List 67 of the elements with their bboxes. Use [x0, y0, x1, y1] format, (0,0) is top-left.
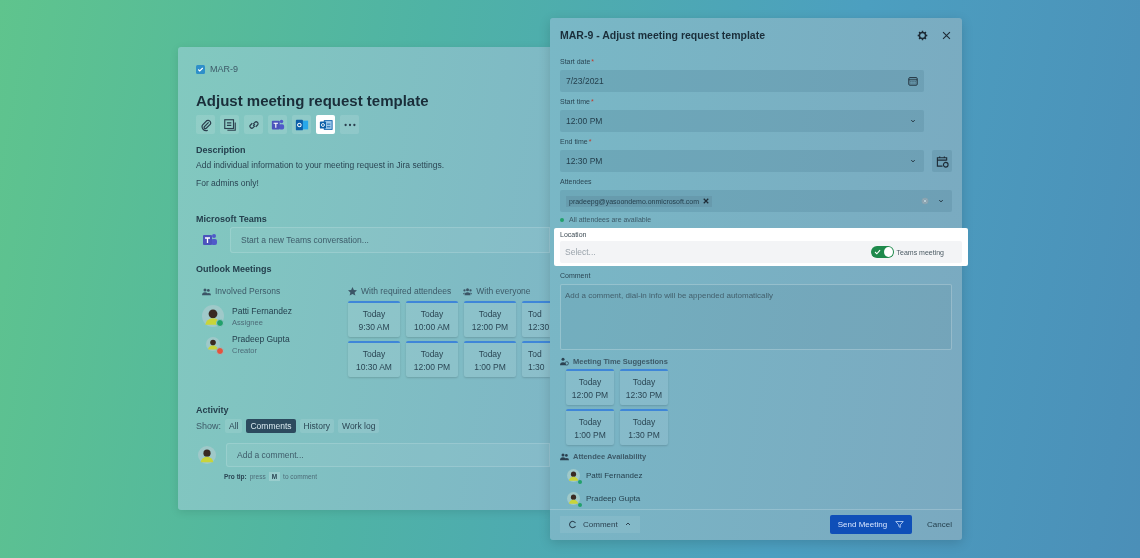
date-field[interactable]: 7/23/2021	[560, 70, 924, 92]
time-slot-button[interactable]: Today 10:30 AM	[348, 341, 400, 377]
issue-title: Adjust meeting request template	[196, 92, 430, 109]
time-slot-button[interactable]: Today 1:00 PM	[566, 409, 614, 445]
issue-key: MAR-9	[210, 64, 238, 74]
avatar	[566, 492, 580, 505]
time-select[interactable]: 12:00 PM	[560, 110, 924, 132]
teams-icon	[202, 232, 218, 248]
time-slot-button[interactable]: Tod 12:30	[522, 301, 550, 337]
comment-button[interactable]: Comment	[560, 515, 640, 533]
description-text: For admins only!	[196, 178, 260, 188]
remove-icon[interactable]	[703, 198, 710, 204]
subheading: Involved Persons	[215, 286, 281, 296]
show-label: Show:	[196, 421, 221, 431]
filter-tab[interactable]: Comments	[246, 419, 296, 433]
subtask-icon[interactable]	[220, 115, 239, 134]
time-slot-button[interactable]: Today 9:30 AM	[348, 301, 400, 337]
filter-tab[interactable]: Work log	[338, 419, 380, 433]
avatar	[206, 337, 220, 351]
caret-up-icon	[623, 520, 632, 528]
person-name: Patti Fernandez	[232, 305, 292, 316]
close-icon[interactable]	[941, 29, 952, 41]
link-icon[interactable]	[244, 115, 263, 134]
group-icon	[463, 286, 473, 296]
person-name: Pradeep Gupta	[232, 333, 290, 344]
attendee-name: Patti Fernandez	[586, 471, 643, 480]
outlook-icon[interactable]	[292, 115, 311, 134]
paperclip-icon[interactable]	[196, 115, 215, 134]
form-icon[interactable]	[316, 115, 335, 134]
more-icon[interactable]	[340, 115, 359, 134]
time-slot-button[interactable]: Today 12:30 PM	[620, 369, 668, 405]
cancel-button[interactable]: Cancel	[927, 519, 952, 529]
filter-tab[interactable]: History	[299, 419, 334, 433]
send-meeting-button[interactable]: Send Meeting	[829, 514, 913, 534]
avatar	[566, 469, 580, 482]
avatar	[202, 305, 224, 327]
funnel-icon	[895, 519, 905, 529]
section-heading: Description	[196, 145, 247, 155]
subheading: With everyone	[476, 286, 531, 296]
settings-icon[interactable]	[917, 29, 928, 41]
dialog-title: MAR-9 - Adjust meeting request template	[560, 29, 766, 41]
section-heading: Outlook Meetings	[196, 264, 273, 274]
time-slot-button[interactable]: Today 12:00 PM	[406, 341, 458, 377]
calendar-clock-icon[interactable]	[932, 150, 952, 172]
description-text: Add individual information to your meeting request in Jira settings.	[196, 160, 446, 170]
people-icon	[560, 451, 569, 461]
filter-tab[interactable]: All	[225, 419, 243, 433]
time-select[interactable]: 12:30 PM	[560, 150, 924, 172]
time-slot-button[interactable]: Today 12:00 PM	[566, 369, 614, 405]
refresh-icon	[568, 519, 577, 529]
section-heading: Microsoft Teams	[196, 214, 268, 224]
section-heading: Activity	[196, 405, 230, 415]
subheading: With required attendees	[361, 286, 452, 296]
check-icon	[873, 248, 881, 256]
people-icon	[560, 356, 569, 366]
time-slot-button[interactable]: Today 1:30 PM	[620, 409, 668, 445]
time-slot-button[interactable]: Today 1:00 PM	[464, 341, 516, 377]
teams-icon[interactable]	[268, 115, 287, 134]
time-slot-button[interactable]: Today 10:00 AM	[406, 301, 458, 337]
star-icon	[348, 286, 357, 296]
people-icon	[202, 286, 211, 296]
attendee-name: Pradeep Gupta	[586, 494, 641, 503]
time-slot-button[interactable]: Tod 1:30	[522, 341, 550, 377]
checkbox-icon	[196, 64, 205, 74]
avatar	[198, 446, 216, 464]
time-slot-button[interactable]: Today 12:00 PM	[464, 301, 516, 337]
calendar-icon	[908, 76, 918, 86]
